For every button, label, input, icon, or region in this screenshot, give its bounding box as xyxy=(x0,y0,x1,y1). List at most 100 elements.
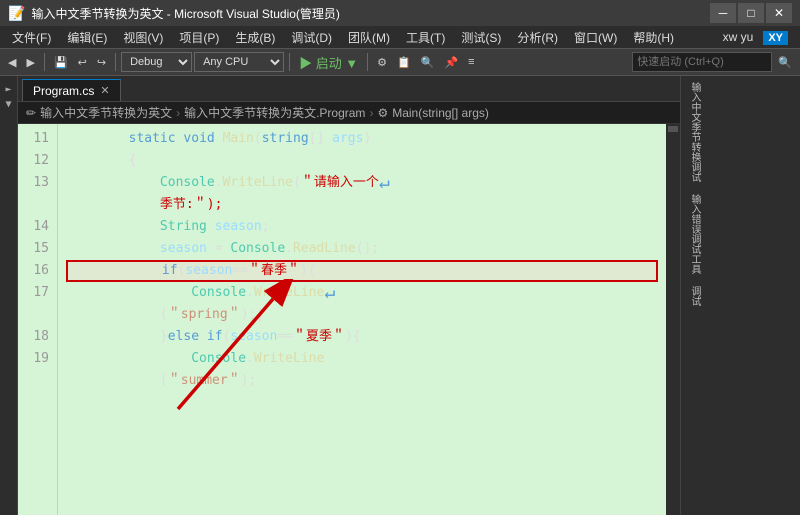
menu-window[interactable]: 窗口(W) xyxy=(566,27,625,48)
paren-open: ( xyxy=(254,128,262,150)
minimize-button[interactable]: ─ xyxy=(710,3,736,23)
left-sidebar-icon2: ▼ xyxy=(5,99,11,110)
close-button[interactable]: ✕ xyxy=(766,3,792,23)
right-panel-item-3[interactable]: 调试 xyxy=(683,282,706,310)
right-panel-item-2[interactable]: 输入错误调试工具 xyxy=(683,190,706,278)
keyword-void: void xyxy=(183,128,222,150)
keyword-static: static xyxy=(129,128,184,150)
right-panel: 输入中文季节转换调试 输入错误调试工具 调试 xyxy=(680,76,800,515)
breadcrumb-project[interactable]: 输入中文季节转换为英文 xyxy=(40,104,172,121)
code-line-16: if ( season == ＂春季＂ ){ xyxy=(66,260,658,282)
code-line-12: { xyxy=(66,150,658,172)
user-info: xw yu XY xyxy=(715,30,796,44)
start-button[interactable]: ▶ 启动 ▼ xyxy=(295,51,362,73)
code-editor[interactable]: 11 12 13 14 15 16 17 18 19 static void M… xyxy=(18,124,680,515)
menu-build[interactable]: 生成(B) xyxy=(227,27,283,48)
line-numbers: 11 12 13 14 15 16 17 18 19 xyxy=(18,124,58,515)
menu-help[interactable]: 帮助(H) xyxy=(625,27,682,48)
keyword-else-18: else xyxy=(168,326,207,348)
code-line-19: Console . WriteLine ( ＂summer＂ ); xyxy=(66,348,658,392)
bookmark-17: ↵ xyxy=(324,282,335,304)
param-args: args xyxy=(332,128,363,150)
code-line-18: } else if ( season == ＂夏季＂ ){ xyxy=(66,326,658,348)
toolbar-separator-2 xyxy=(115,53,116,71)
line-num-19: 19 xyxy=(26,348,49,392)
menu-project[interactable]: 项目(P) xyxy=(171,27,227,48)
paren-close: ) xyxy=(363,128,371,150)
tab-label: Program.cs xyxy=(33,84,94,98)
avatar: XY xyxy=(763,31,788,45)
code-line-13: Console . WriteLine ( ＂请输入一个 ↵ 季节:＂); xyxy=(66,172,658,216)
right-panel-item-1[interactable]: 输入中文季节转换调试 xyxy=(683,78,706,186)
writeline-17: WriteLine xyxy=(254,282,324,304)
writeline-13: WriteLine xyxy=(223,172,293,194)
maximize-button[interactable]: □ xyxy=(738,3,764,23)
line-num-14: 14 xyxy=(26,216,49,238)
menu-edit[interactable]: 编辑(E) xyxy=(59,27,115,48)
window-title: 输入中文季节转换为英文 - Microsoft Visual Studio(管理… xyxy=(31,5,710,22)
var-season-15: season xyxy=(160,238,207,260)
toolbar: ◀ ▶ 💾 ↩ ↪ Debug Release Any CPU x86 x64 … xyxy=(0,48,800,76)
toolbar-icon-4[interactable]: 📌 xyxy=(440,51,462,73)
breadcrumb-sep-1: › xyxy=(176,106,180,120)
console-ref-19: Console xyxy=(191,348,246,370)
keyword-if-18: if xyxy=(207,326,223,348)
str-spring-en: ＂spring＂ xyxy=(168,304,241,326)
line-num-13: 13 xyxy=(26,172,49,216)
toolbar-icon-2[interactable]: 📋 xyxy=(393,51,415,73)
readline-15: ReadLine xyxy=(293,238,356,260)
redo-button[interactable]: ↪ xyxy=(93,51,110,73)
breadcrumb-method[interactable]: Main(string[] args) xyxy=(392,106,489,120)
scroll-thumb[interactable] xyxy=(668,126,678,132)
tab-program-cs[interactable]: Program.cs ✕ xyxy=(22,79,121,101)
code-content[interactable]: static void Main ( string [] args ) { xyxy=(58,124,666,515)
platform-dropdown[interactable]: Any CPU x86 x64 xyxy=(194,52,284,72)
bookmark-13: ↵ xyxy=(379,172,390,194)
menu-team[interactable]: 团队(M) xyxy=(340,27,398,48)
line-num-12: 12 xyxy=(26,150,49,172)
keyword-if-16: if xyxy=(162,260,178,282)
window-controls: ─ □ ✕ xyxy=(710,3,792,23)
menu-test[interactable]: 测试(S) xyxy=(453,27,509,48)
breadcrumb: ✏ 输入中文季节转换为英文 › 输入中文季节转换为英文.Program › ⚙ … xyxy=(18,102,680,124)
toolbar-icon-3[interactable]: 🔍 xyxy=(417,51,439,73)
left-sidebar-label: ► xyxy=(3,84,14,95)
menu-file[interactable]: 文件(F) xyxy=(4,27,59,48)
str-summer: ＂夏季＂ xyxy=(293,326,345,348)
str-13: ＂请输入一个 xyxy=(301,172,379,194)
undo-button[interactable]: ↩ xyxy=(74,51,91,73)
app-icon: 📝 xyxy=(8,5,25,22)
menu-analyze[interactable]: 分析(R) xyxy=(509,27,566,48)
code-line-14: String season ; xyxy=(66,216,658,238)
tab-close-icon[interactable]: ✕ xyxy=(100,84,109,97)
var-season-14: season xyxy=(215,216,262,238)
str-13b: 季节:＂); xyxy=(160,194,222,216)
breadcrumb-class[interactable]: 输入中文季节转换为英文.Program xyxy=(184,104,365,121)
menu-debug[interactable]: 调试(D) xyxy=(283,27,340,48)
search-button[interactable]: 🔍 xyxy=(774,51,796,73)
menu-tools[interactable]: 工具(T) xyxy=(398,27,453,48)
title-bar: 📝 输入中文季节转换为英文 - Microsoft Visual Studio(… xyxy=(0,0,800,26)
debug-mode-dropdown[interactable]: Debug Release xyxy=(121,52,192,72)
toolbar-separator-1 xyxy=(44,53,45,71)
editor-container: Program.cs ✕ ✏ 输入中文季节转换为英文 › 输入中文季节转换为英文… xyxy=(18,76,680,515)
line-num-17: 17 xyxy=(26,282,49,326)
forward-button[interactable]: ▶ xyxy=(22,51,38,73)
console-ref-15: Console xyxy=(230,238,285,260)
toolbar-icon-1[interactable]: ⚙ xyxy=(373,51,391,73)
code-line-15: season = Console . ReadLine (); xyxy=(66,238,658,260)
var-season-16: season xyxy=(185,260,232,282)
toolbar-icon-5[interactable]: ≡ xyxy=(464,51,478,73)
code-line-11: static void Main ( string [] args ) xyxy=(66,128,658,150)
writeline-19: WriteLine xyxy=(254,348,324,370)
menu-view[interactable]: 视图(V) xyxy=(115,27,171,48)
back-button[interactable]: ◀ xyxy=(4,51,20,73)
type-string-14: String xyxy=(160,216,215,238)
tab-bar: Program.cs ✕ xyxy=(18,76,680,102)
line-num-11: 11 xyxy=(26,128,49,150)
save-button[interactable]: 💾 xyxy=(50,51,72,73)
code-scrollbar[interactable] xyxy=(666,124,680,515)
str-spring: ＂春季＂ xyxy=(248,260,300,282)
quick-launch-input[interactable] xyxy=(632,52,772,72)
line-num-16: 16 xyxy=(26,260,49,282)
